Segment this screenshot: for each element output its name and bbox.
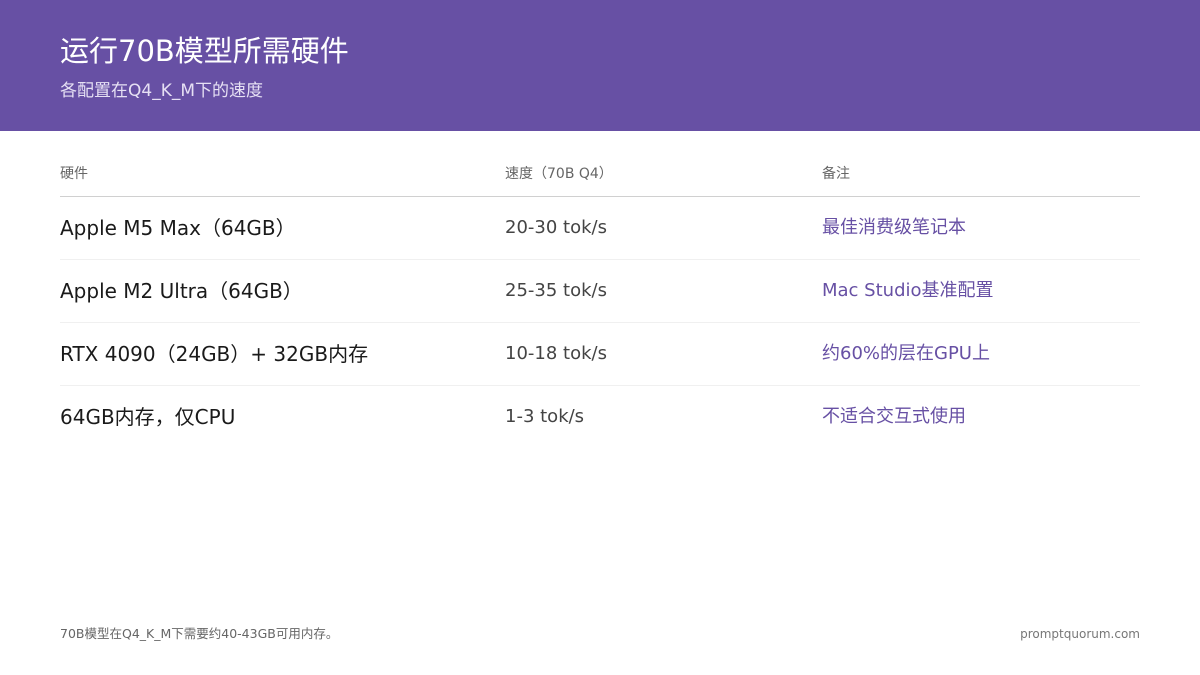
hardware-table: 硬件 速度（70B Q4） 备注 Apple M5 Max（64GB） 20-3… (60, 156, 1140, 448)
table-row: 64GB内存，仅CPU 1-3 tok/s 不适合交互式使用 (60, 386, 1140, 448)
table-row: Apple M2 Ultra（64GB） 25-35 tok/s Mac Stu… (60, 260, 1140, 323)
table-row: RTX 4090（24GB）+ 32GB内存 10-18 tok/s 约60%的… (60, 323, 1140, 386)
speed-cell: 10-18 tok/s (505, 343, 607, 364)
page-title: 运行70B模型所需硬件 (60, 34, 349, 68)
table-row: Apple M5 Max（64GB） 20-30 tok/s 最佳消费级笔记本 (60, 197, 1140, 260)
note-cell: 约60%的层在GPU上 (822, 343, 990, 364)
footer-brand: promptquorum.com (1020, 627, 1140, 641)
page-subtitle: 各配置在Q4_K_M下的速度 (60, 81, 264, 101)
hardware-cell: 64GB内存，仅CPU (60, 405, 236, 429)
speed-cell: 20-30 tok/s (505, 217, 607, 238)
speed-cell: 25-35 tok/s (505, 280, 607, 301)
footer-note: 70B模型在Q4_K_M下需要约40-43GB可用内存。 (60, 626, 339, 641)
speed-cell: 1-3 tok/s (505, 406, 585, 427)
note-cell: 不适合交互式使用 (822, 406, 966, 427)
table-header: 硬件 速度（70B Q4） 备注 (60, 156, 1140, 197)
column-header-note: 备注 (822, 166, 850, 182)
column-header-speed: 速度（70B Q4） (505, 166, 613, 182)
hardware-cell: RTX 4090（24GB）+ 32GB内存 (60, 342, 369, 366)
column-header-hardware: 硬件 (60, 166, 88, 182)
note-cell: 最佳消费级笔记本 (822, 217, 966, 238)
note-cell: Mac Studio基准配置 (822, 280, 994, 301)
header-banner: 运行70B模型所需硬件 各配置在Q4_K_M下的速度 (0, 0, 1200, 131)
hardware-cell: Apple M5 Max（64GB） (60, 216, 296, 240)
hardware-cell: Apple M2 Ultra（64GB） (60, 279, 303, 303)
